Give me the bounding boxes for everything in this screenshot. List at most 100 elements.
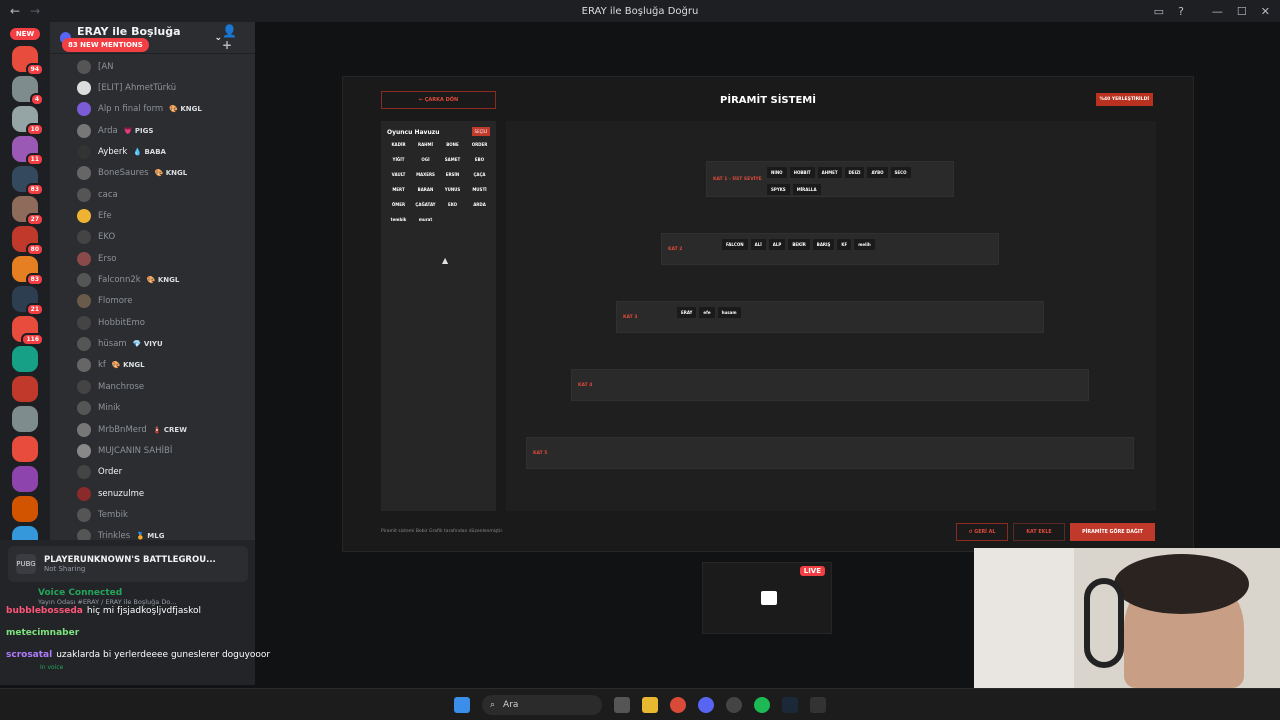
- pool-select-badge[interactable]: SEÇİLİ: [471, 127, 490, 136]
- game-activity[interactable]: PUBG PLAYERUNKNOWN'S BATTLEGROU... Not S…: [8, 546, 248, 582]
- member-item[interactable]: Order: [50, 462, 255, 483]
- forward-arrow-icon[interactable]: →: [30, 4, 40, 18]
- player-chip[interactable]: NINO: [767, 167, 787, 178]
- server-icon[interactable]: [12, 496, 38, 522]
- player-chip[interactable]: ORDER: [466, 139, 493, 149]
- player-chip[interactable]: YUNUS: [439, 184, 466, 194]
- player-chip[interactable]: melih: [854, 239, 875, 250]
- server-icon[interactable]: 83: [12, 256, 44, 286]
- member-item[interactable]: Arda 💗 PIGS: [50, 120, 255, 141]
- spotify-icon[interactable]: [754, 696, 770, 713]
- player-chip[interactable]: BONE: [439, 139, 466, 149]
- player-chip[interactable]: BARAN: [412, 184, 439, 194]
- placement-badge[interactable]: %40 YERLEŞTİRİLDİ: [1095, 93, 1153, 106]
- server-icon[interactable]: 83: [12, 166, 44, 196]
- pyramid-tier[interactable]: KAT 3 ERAY efe husam: [616, 301, 1044, 333]
- close-icon[interactable]: ✕: [1261, 5, 1270, 18]
- inbox-icon[interactable]: ▭: [1154, 5, 1164, 18]
- server-icon[interactable]: 21: [12, 286, 44, 316]
- member-item[interactable]: [ELIT] AhmetTürkü: [50, 77, 255, 98]
- player-chip[interactable]: YİĞİT: [385, 154, 412, 164]
- player-chip[interactable]: ÖMER: [385, 199, 412, 209]
- player-chip[interactable]: VAULT: [385, 169, 412, 179]
- back-arrow-icon[interactable]: ←: [10, 4, 20, 18]
- player-chip[interactable]: SAMET: [439, 154, 466, 164]
- server-icon[interactable]: 11: [12, 136, 44, 166]
- new-pill[interactable]: NEW: [10, 28, 40, 40]
- member-item[interactable]: senuzulme: [50, 483, 255, 504]
- server-icon[interactable]: 80: [12, 226, 44, 256]
- member-item[interactable]: BoneSaures 🎨 KNGL: [50, 163, 255, 184]
- member-item[interactable]: Flomore: [50, 291, 255, 312]
- member-item[interactable]: Efe: [50, 205, 255, 226]
- player-chip[interactable]: MUSTİ: [466, 184, 493, 194]
- player-chip[interactable]: HOBBIT: [789, 167, 815, 178]
- member-item[interactable]: Minik: [50, 398, 255, 419]
- undo-button[interactable]: ↺ GERİ AL: [956, 523, 1008, 541]
- member-item[interactable]: EKO: [50, 227, 255, 248]
- stream-preview[interactable]: LIVE: [702, 562, 832, 634]
- task-view-icon[interactable]: [614, 696, 630, 713]
- new-mentions-pill[interactable]: 83 NEW MENTIONS: [62, 38, 149, 52]
- member-item[interactable]: Manchrose: [50, 376, 255, 397]
- player-chip[interactable]: MERT: [385, 184, 412, 194]
- player-chip[interactable]: DEIZI: [844, 167, 865, 178]
- app-icon[interactable]: [810, 696, 826, 713]
- discord-icon[interactable]: [698, 696, 714, 713]
- player-chip[interactable]: efe: [699, 307, 715, 318]
- player-chip[interactable]: AYBO: [867, 167, 888, 178]
- minimize-icon[interactable]: —: [1212, 5, 1223, 18]
- server-icon[interactable]: [12, 406, 38, 432]
- steam-icon[interactable]: [782, 696, 798, 713]
- member-item[interactable]: Alp n final form 🎨 KNGL: [50, 99, 255, 120]
- player-chip[interactable]: KADİR: [385, 139, 412, 149]
- distribute-button[interactable]: PİRAMİTE GÖRE DAĞIT: [1070, 523, 1155, 541]
- add-tier-button[interactable]: KAT EKLE: [1013, 523, 1065, 541]
- player-chip[interactable]: ERSİN: [439, 169, 466, 179]
- pyramid-tier[interactable]: KAT 5: [526, 437, 1134, 469]
- member-item[interactable]: Tembik: [50, 504, 255, 525]
- add-user-icon[interactable]: 👤+: [222, 24, 245, 52]
- player-chip[interactable]: murat: [412, 214, 439, 224]
- windows-start-icon[interactable]: [454, 696, 470, 713]
- server-icon[interactable]: [12, 466, 38, 492]
- player-chip[interactable]: ÇAÇA: [466, 169, 493, 179]
- server-icon[interactable]: [12, 376, 38, 402]
- server-icon[interactable]: [12, 346, 38, 372]
- pyramid-tier[interactable]: KAT 2 FALCON ALİ ALP BEKİR BARIŞ KF melih: [661, 233, 999, 265]
- member-item[interactable]: MUJCANIN SAHİBİ: [50, 440, 255, 461]
- player-chip[interactable]: ALİ: [750, 239, 766, 250]
- member-item[interactable]: [AN: [50, 56, 255, 77]
- player-chip[interactable]: AHMET: [817, 167, 842, 178]
- obs-icon[interactable]: [726, 696, 742, 713]
- member-item[interactable]: hüsam 💎 VIYU: [50, 333, 255, 354]
- player-chip[interactable]: tembik: [385, 214, 412, 224]
- member-item[interactable]: Falconn2k 🎨 KNGL: [50, 269, 255, 290]
- server-icon[interactable]: 116: [12, 316, 44, 346]
- server-icon[interactable]: 27: [12, 196, 44, 226]
- server-icon[interactable]: 4: [12, 76, 44, 106]
- player-chip[interactable]: husam: [717, 307, 741, 318]
- server-icon[interactable]: 10: [12, 106, 44, 136]
- maximize-icon[interactable]: ☐: [1237, 5, 1247, 18]
- chrome-icon[interactable]: [670, 696, 686, 713]
- member-item[interactable]: Ayberk 💧 BABA: [50, 141, 255, 162]
- player-chip[interactable]: ERAY: [677, 307, 697, 318]
- player-chip[interactable]: RAHMİ: [412, 139, 439, 149]
- player-chip[interactable]: ÇAĞATAY: [412, 199, 439, 209]
- player-chip[interactable]: SPYKS: [767, 184, 790, 195]
- taskbar-search[interactable]: ⌕ Ara: [482, 694, 602, 715]
- member-item[interactable]: HobbitEmo: [50, 312, 255, 333]
- member-item[interactable]: Erso: [50, 248, 255, 269]
- player-chip[interactable]: ALP: [768, 239, 786, 250]
- player-chip[interactable]: EBO: [466, 154, 493, 164]
- player-chip[interactable]: MAXERS: [412, 169, 439, 179]
- help-icon[interactable]: ?: [1178, 5, 1184, 18]
- member-item[interactable]: MrbBnMerd 🧯 CREW: [50, 419, 255, 440]
- server-icon[interactable]: [12, 436, 38, 462]
- player-chip[interactable]: ARDA: [466, 199, 493, 209]
- player-chip[interactable]: KF: [837, 239, 852, 250]
- player-chip[interactable]: BEKİR: [788, 239, 810, 250]
- player-chip[interactable]: FALCON: [722, 239, 748, 250]
- member-item[interactable]: kf 🎨 KNGL: [50, 355, 255, 376]
